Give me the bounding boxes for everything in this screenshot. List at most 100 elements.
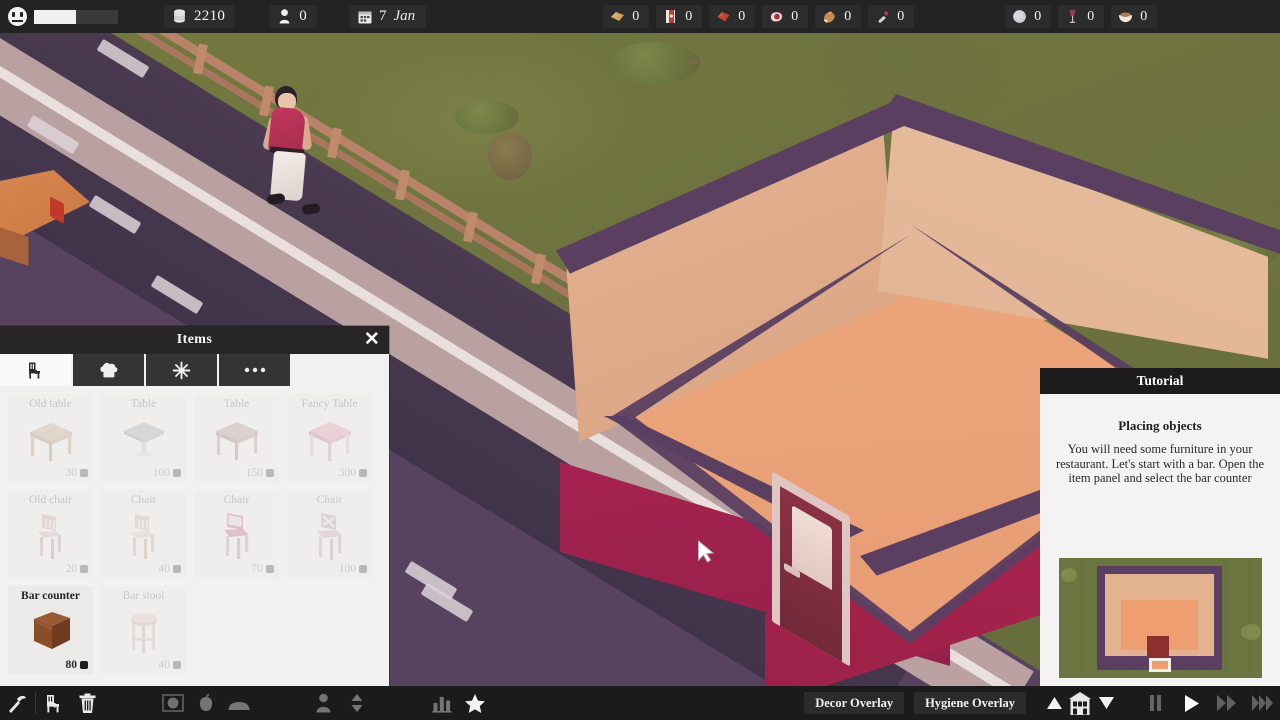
- bar-stool-icon: [101, 606, 186, 656]
- bottom-toolbar: Decor Overlay Hygiene Overlay: [0, 686, 1280, 720]
- building-icon[interactable]: [1067, 691, 1093, 715]
- item-cost: 20: [66, 563, 88, 575]
- resource-steak-value: 0: [791, 8, 799, 24]
- item-cost-value: 70: [251, 563, 264, 575]
- item-cell-old-table[interactable]: Old table 30: [8, 394, 93, 482]
- popularity-meter: [8, 7, 118, 26]
- chair-slat-icon: [101, 510, 186, 560]
- chair-icon: [26, 361, 45, 380]
- coin-icon: [173, 565, 181, 573]
- dishware-plate: 0: [1005, 5, 1052, 28]
- money-value: 2210: [194, 8, 226, 24]
- floor-down-button[interactable]: [1096, 691, 1116, 715]
- furniture-tool-button[interactable]: [38, 686, 71, 720]
- coin-icon: [80, 661, 88, 669]
- item-name: Bar stool: [122, 590, 165, 602]
- coin-icon: [173, 661, 181, 669]
- chicken-icon: [822, 9, 837, 25]
- item-cell-fancy-table[interactable]: Fancy Table 300: [287, 394, 372, 482]
- game-speed-controls: [1138, 689, 1280, 717]
- item-cost: 70: [251, 563, 274, 575]
- tutorial-subtitle: Placing objects: [1118, 418, 1202, 433]
- item-cell-table-100[interactable]: Table 100: [101, 394, 186, 482]
- hygiene-overlay-button[interactable]: Hygiene Overlay: [914, 692, 1026, 714]
- dishware-counters: 0 0 0: [998, 5, 1158, 28]
- item-cell-bar-stool[interactable]: Bar stool 40: [101, 586, 186, 674]
- fast-forward-button[interactable]: [1210, 689, 1244, 717]
- item-cell-old-chair[interactable]: Old chair 20: [8, 490, 93, 578]
- tutorial-panel[interactable]: Tutorial Placing objects You will need s…: [1040, 368, 1280, 686]
- tab-kitchen[interactable]: [73, 354, 144, 386]
- coin-icon: [266, 565, 274, 573]
- illustration-bush: [1241, 624, 1261, 640]
- items-panel[interactable]: Items ✕ Old table 30 Table 100 Table 150…: [0, 326, 389, 686]
- resource-utensil-value: 0: [897, 8, 905, 24]
- dishware-wine-value: 0: [1087, 8, 1095, 24]
- resource-chicken: 0: [815, 5, 862, 28]
- item-cell-chair-40[interactable]: Chair 40: [101, 490, 186, 578]
- person-icon: [277, 9, 292, 25]
- resource-steak: 0: [762, 5, 809, 28]
- staff-tool-button[interactable]: [307, 686, 340, 720]
- coin-icon: [266, 469, 274, 477]
- coin-icon: [80, 469, 88, 477]
- tab-furniture[interactable]: [0, 354, 71, 386]
- date-day: 7: [379, 8, 387, 24]
- ingredients-tool-button[interactable]: [189, 686, 222, 720]
- item-cost: 100: [339, 563, 367, 575]
- customer-value: 0: [299, 8, 308, 24]
- milk-carton-icon: [663, 9, 678, 25]
- floor-up-button[interactable]: [1044, 691, 1064, 715]
- decor-overlay-button[interactable]: Decor Overlay: [804, 692, 905, 714]
- item-cost: 100: [153, 467, 181, 479]
- demolish-tool-button[interactable]: [71, 686, 104, 720]
- pause-button[interactable]: [1138, 689, 1172, 717]
- dishware-plate-value: 0: [1034, 8, 1042, 24]
- hammer-tool-button[interactable]: [0, 686, 33, 720]
- bar-counter-icon: [8, 606, 93, 656]
- item-name: Old table: [29, 398, 72, 410]
- bowl-icon: [1118, 9, 1133, 25]
- neutral-face-icon: [8, 7, 27, 26]
- item-cost: 300: [339, 467, 367, 479]
- item-name: Bar counter: [21, 590, 80, 602]
- item-cell-chair-70[interactable]: Chair 70: [194, 490, 279, 578]
- play-button[interactable]: [1174, 689, 1208, 717]
- item-cell-table-150[interactable]: Table 150: [194, 394, 279, 482]
- item-cost: 80: [66, 659, 88, 671]
- tabs-filler: [292, 354, 389, 386]
- pedestrian-character[interactable]: [262, 82, 336, 216]
- resource-milk: 0: [656, 5, 703, 28]
- floor-level-controls: [1044, 691, 1116, 715]
- rating-tool-button[interactable]: [458, 686, 491, 720]
- item-cost: 30: [65, 467, 88, 479]
- dishware-tool-button[interactable]: [156, 686, 189, 720]
- item-cost-value: 100: [338, 563, 356, 575]
- item-cost-value: 30: [65, 467, 78, 479]
- fastest-forward-button[interactable]: [1246, 689, 1280, 717]
- bush: [455, 100, 519, 134]
- toolbar-divider: [35, 692, 36, 714]
- item-name: Old chair: [28, 494, 73, 506]
- item-cost-value: 300: [338, 467, 356, 479]
- resource-counters: 0 0 0 0 0 0: [596, 5, 915, 28]
- menu-tool-button[interactable]: [222, 686, 255, 720]
- tutorial-illustration: [1059, 558, 1262, 678]
- dishware-wine-glass: 0: [1058, 5, 1105, 28]
- customer-counter: 0: [269, 5, 318, 28]
- resource-bread: 0: [603, 5, 650, 28]
- item-name: Table: [223, 398, 250, 410]
- steak-icon: [769, 9, 784, 25]
- item-name: Chair: [223, 494, 250, 506]
- transport-tool-button[interactable]: [340, 686, 373, 720]
- item-cell-bar-counter[interactable]: Bar counter 80: [8, 586, 93, 674]
- item-name: Chair: [130, 494, 157, 506]
- money-counter: 2210: [164, 5, 236, 28]
- item-name: Fancy Table: [301, 398, 358, 410]
- resource-milk-value: 0: [685, 8, 693, 24]
- item-cell-chair-100[interactable]: Chair 100: [287, 490, 372, 578]
- close-icon[interactable]: ✕: [361, 329, 383, 351]
- tab-more[interactable]: [219, 354, 290, 386]
- statistics-tool-button[interactable]: [425, 686, 458, 720]
- tab-decoration[interactable]: [146, 354, 217, 386]
